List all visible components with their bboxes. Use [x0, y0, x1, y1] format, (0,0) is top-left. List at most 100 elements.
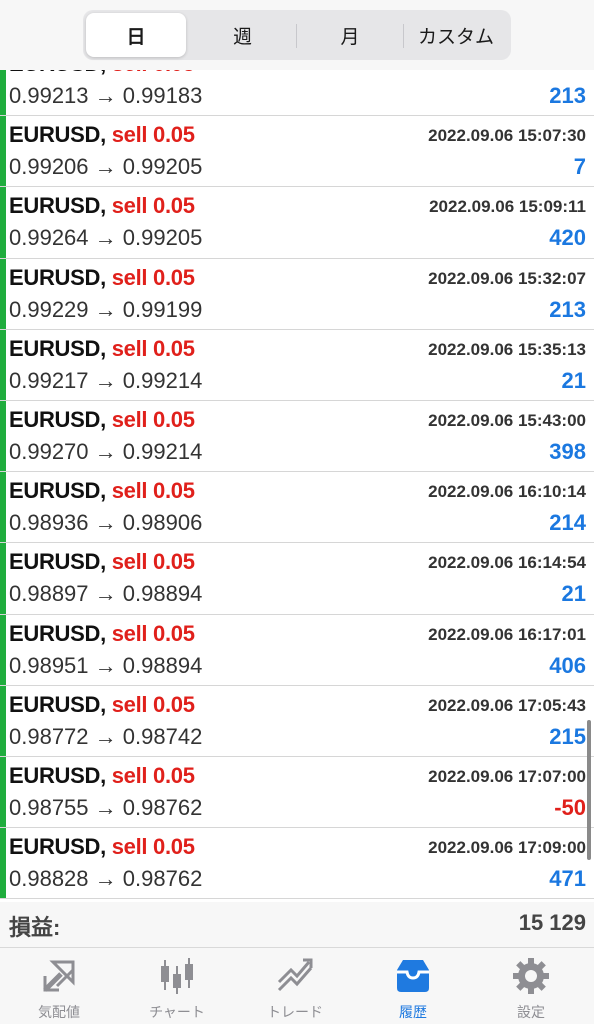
trade-side-bar	[0, 472, 6, 543]
trade-header: EURUSD, sell 0.05	[9, 265, 195, 291]
trade-prices: 0.99213 → 0.99183	[9, 83, 202, 109]
trade-prices: 0.98828 → 0.98762	[9, 866, 202, 892]
open-price: 0.98828	[9, 866, 89, 892]
trade-prices: 0.99217 → 0.99214	[9, 368, 202, 394]
open-price: 0.99270	[9, 438, 89, 464]
arrow-icon: →	[94, 510, 117, 536]
trade-profit: -50	[554, 794, 586, 820]
trade-symbol: EURUSD,	[9, 264, 106, 290]
trade-side: sell 0.05	[111, 478, 195, 504]
period-tab-month[interactable]: 月	[297, 13, 403, 57]
profit-total: 15 129	[518, 910, 586, 935]
open-price: 0.99206	[9, 154, 89, 180]
trade-side-bar	[0, 756, 6, 828]
trade-time: 2022.09.06 16:17:01	[428, 624, 586, 644]
trade-header: EURUSD, sell 0.05	[9, 478, 195, 504]
trade-header: EURUSD, sell 0.05	[9, 407, 195, 433]
settings-icon	[513, 958, 549, 994]
trade-side: sell 0.05	[111, 620, 195, 646]
trade-side-bar	[0, 614, 6, 685]
trade-row[interactable]: EURUSD, sell 0.05 2022.09.06 16:10:14 0.98…	[0, 472, 594, 544]
tab-history[interactable]: 履歴	[354, 948, 472, 1024]
trade-side-bar	[0, 828, 6, 899]
trade-prices: 0.98772 → 0.98742	[9, 724, 202, 750]
trade-row[interactable]: EURUSD, sell 0.05 2022.09.06 17:09:00 0.98…	[0, 828, 594, 900]
trade-row[interactable]: EURUSD, sell 0.05 2022.09.06 15:35:13 0.99…	[0, 329, 594, 401]
open-price: 0.98772	[9, 723, 89, 749]
open-price: 0.98897	[9, 581, 89, 607]
arrow-icon: →	[94, 723, 117, 749]
tab-chart[interactable]: チャート	[118, 948, 236, 1024]
arrow-icon: →	[94, 225, 117, 251]
trade-row[interactable]: EURUSD, sell 0.05 2022.09.06 16:17:01 0.98…	[0, 614, 594, 686]
arrow-icon: →	[94, 581, 117, 607]
trade-time: 2022.09.06 16:10:14	[428, 482, 586, 502]
trade-side-bar	[0, 258, 6, 329]
trade-time: 2022.09.06 15:07:30	[428, 126, 586, 146]
tab-label: 気配値	[38, 1004, 80, 1020]
close-price: 0.99199	[122, 296, 203, 322]
period-tab-custom[interactable]: カスタム	[404, 13, 508, 57]
tab-quotes[interactable]: 気配値	[0, 948, 118, 1024]
open-price: 0.99264	[9, 225, 89, 251]
trade-profit: 398	[549, 438, 586, 464]
trade-profit: 21	[561, 367, 586, 393]
trade-row[interactable]: EURUSD, sell 0.05 2022.09.06 17:05:43 0.98…	[0, 685, 594, 757]
trade-row[interactable]: EURUSD, sell 0.05 2022.09.06 15:09:11 0.99…	[0, 187, 594, 259]
tab-label: チャート	[149, 1004, 205, 1020]
tab-label: トレード	[267, 1004, 323, 1020]
trade-profit: 420	[549, 225, 586, 251]
trade-row[interactable]: EURUSD, sell 0.05 2022.09.06 15:43:00 0.99…	[0, 400, 594, 473]
trade-prices: 0.99264 → 0.99205	[9, 225, 202, 251]
tab-settings[interactable]: 設定	[472, 948, 594, 1024]
arrow-icon: →	[94, 296, 117, 322]
trade-side: sell 0.05	[111, 691, 195, 717]
trade-list[interactable]: EURUSD, sell 0.052022.09.06 14:59:540.99…	[0, 45, 594, 900]
profit-label: 損益:	[9, 915, 61, 940]
trade-symbol: EURUSD,	[9, 834, 106, 860]
trade-row[interactable]: EURUSD, sell 0.05 2022.09.06 16:14:54 0.98…	[0, 543, 594, 615]
scroll-indicator[interactable]	[587, 720, 591, 860]
trade-symbol: EURUSD,	[9, 620, 106, 646]
trade-side-bar	[0, 685, 6, 756]
close-price: 0.99214	[122, 367, 203, 393]
trade-prices: 0.98951 → 0.98894	[9, 653, 202, 679]
period-tab-day[interactable]: 日	[86, 13, 186, 57]
trade-symbol: EURUSD,	[9, 762, 106, 788]
trade-profit: 213	[549, 296, 586, 322]
arrow-icon: →	[94, 83, 117, 108]
trade-row[interactable]: EURUSD, sell 0.05 2022.09.06 15:07:30 0.99…	[0, 116, 594, 188]
trade-symbol: EURUSD,	[9, 691, 106, 717]
trade-row[interactable]: EURUSD, sell 0.05 2022.09.06 15:32:07 0.99…	[0, 258, 594, 330]
period-tab-week[interactable]: 週	[190, 13, 295, 57]
trade-profit: 471	[549, 866, 586, 892]
trade-symbol: EURUSD,	[9, 193, 106, 219]
tab-label: 履歴	[399, 1004, 427, 1020]
trade-profit: 7	[573, 154, 586, 180]
trade-time: 2022.09.06 15:09:11	[429, 197, 586, 217]
trade-symbol: EURUSD,	[9, 478, 106, 504]
trade-symbol: EURUSD,	[9, 335, 106, 361]
open-price: 0.99213	[9, 83, 89, 108]
trade-header: EURUSD, sell 0.05	[9, 692, 195, 718]
tab-trade[interactable]: トレード	[236, 948, 354, 1024]
quotes-icon	[43, 960, 75, 992]
trade-prices: 0.98897 → 0.98894	[9, 581, 202, 607]
arrow-icon: →	[94, 794, 117, 820]
trade-side-bar	[0, 329, 6, 400]
trade-time: 2022.09.06 17:09:00	[428, 838, 586, 858]
trade-time: 2022.09.06 15:43:00	[428, 410, 586, 430]
trade-prices: 0.99206 → 0.99205	[9, 154, 202, 180]
trade-header: EURUSD, sell 0.05	[9, 834, 195, 860]
trade-profit: 21	[561, 581, 586, 607]
trade-profit: 214	[549, 510, 586, 536]
open-price: 0.99217	[9, 367, 89, 393]
history-screen: EURUSD, sell 0.052022.09.06 14:59:540.99…	[0, 0, 594, 1024]
trade-header: EURUSD, sell 0.05	[9, 122, 195, 148]
close-price: 0.98762	[122, 866, 203, 892]
trade-symbol: EURUSD,	[9, 549, 106, 575]
trade-side: sell 0.05	[111, 335, 195, 361]
arrow-icon: →	[94, 438, 117, 464]
trade-row[interactable]: EURUSD, sell 0.05 2022.09.06 17:07:00 0.98…	[0, 756, 594, 829]
trade-header: EURUSD, sell 0.05	[9, 621, 195, 647]
